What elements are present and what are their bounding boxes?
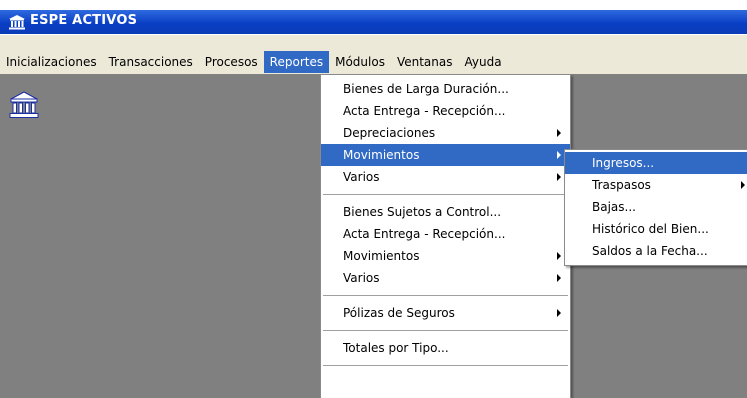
menu-item-varios[interactable]: Varios [321,166,570,188]
menu-item-label: Pólizas de Seguros [343,306,455,320]
menu-item-label: Varios [343,271,380,285]
submenu-arrow-icon [557,309,561,317]
reportes-menu: Bienes de Larga Duración... Acta Entrega… [320,74,571,398]
menu-item-depreciaciones[interactable]: Depreciaciones [321,122,570,144]
title-bar: ESPE ACTIVOS [0,0,747,34]
menu-item-bienes-sujetos-control[interactable]: Bienes Sujetos a Control... [321,201,570,223]
menu-item-polizas-seguros[interactable]: Pólizas de Seguros [321,302,570,324]
menu-separator [323,194,568,195]
menu-item-label: Depreciaciones [343,126,436,140]
menu-item-label: Bienes Sujetos a Control... [343,205,502,219]
menu-item-saldos-a-la-fecha[interactable]: Saldos a la Fecha... [565,240,747,262]
menu-item-label: Movimientos [343,148,420,162]
menu-item-bienes-larga-duracion[interactable]: Bienes de Larga Duración... [321,78,570,100]
menu-item-label: Acta Entrega - Recepción... [343,227,506,241]
menu-item-label: Bienes de Larga Duración... [343,82,509,96]
menu-ayuda[interactable]: Ayuda [459,51,508,73]
menu-item-historico-del-bien[interactable]: Histórico del Bien... [565,218,747,240]
menu-item-label: Varios [343,170,380,184]
menu-item-totales-por-tipo[interactable]: Totales por Tipo... [321,337,570,359]
menu-modulos[interactable]: Módulos [329,51,391,73]
menu-procesos[interactable]: Procesos [199,51,264,73]
menu-item-label: Saldos a la Fecha... [592,244,708,258]
menu-item-acta-entrega-recepcion-control[interactable]: Acta Entrega - Recepción... [321,223,570,245]
menu-reportes[interactable]: Reportes [263,50,330,73]
submenu-arrow-icon [557,129,561,137]
window-title: ESPE ACTIVOS [30,13,138,28]
menu-item-movimientos-control[interactable]: Movimientos [321,245,570,267]
menu-item-bajas[interactable]: Bajas... [565,196,747,218]
menu-item-label: Ingresos... [592,156,655,170]
building-icon [9,15,25,30]
menu-separator [323,365,568,366]
menu-ventanas[interactable]: Ventanas [391,51,459,73]
menu-item-label: Acta Entrega - Recepción... [343,104,506,118]
building-icon[interactable] [9,91,39,119]
menu-item-acta-entrega-recepcion[interactable]: Acta Entrega - Recepción... [321,100,570,122]
menu-item-ingresos[interactable]: Ingresos... [565,152,747,174]
submenu-arrow-icon [557,252,561,260]
menu-item-label: Traspasos [592,178,651,192]
menu-item-label: Movimientos [343,249,420,263]
menu-separator [323,330,568,331]
menu-item-traspasos[interactable]: Traspasos [565,174,747,196]
menu-transacciones[interactable]: Transacciones [103,51,199,73]
submenu-arrow-icon [741,181,745,189]
submenu-arrow-icon [557,151,561,159]
menu-item-label: Totales por Tipo... [343,341,449,355]
submenu-arrow-icon [557,274,561,282]
menu-inicializaciones[interactable]: Inicializaciones [0,51,103,73]
menu-bar: Inicializaciones Transacciones Procesos … [0,35,747,74]
menu-separator [323,295,568,296]
menu-item-varios-control[interactable]: Varios [321,267,570,289]
menu-item-label: Bajas... [592,200,636,214]
submenu-arrow-icon [557,173,561,181]
menu-item-movimientos[interactable]: Movimientos [321,144,570,166]
movimientos-submenu: Ingresos... Traspasos Bajas... Histórico… [564,149,747,266]
menu-item-label: Histórico del Bien... [592,222,709,236]
